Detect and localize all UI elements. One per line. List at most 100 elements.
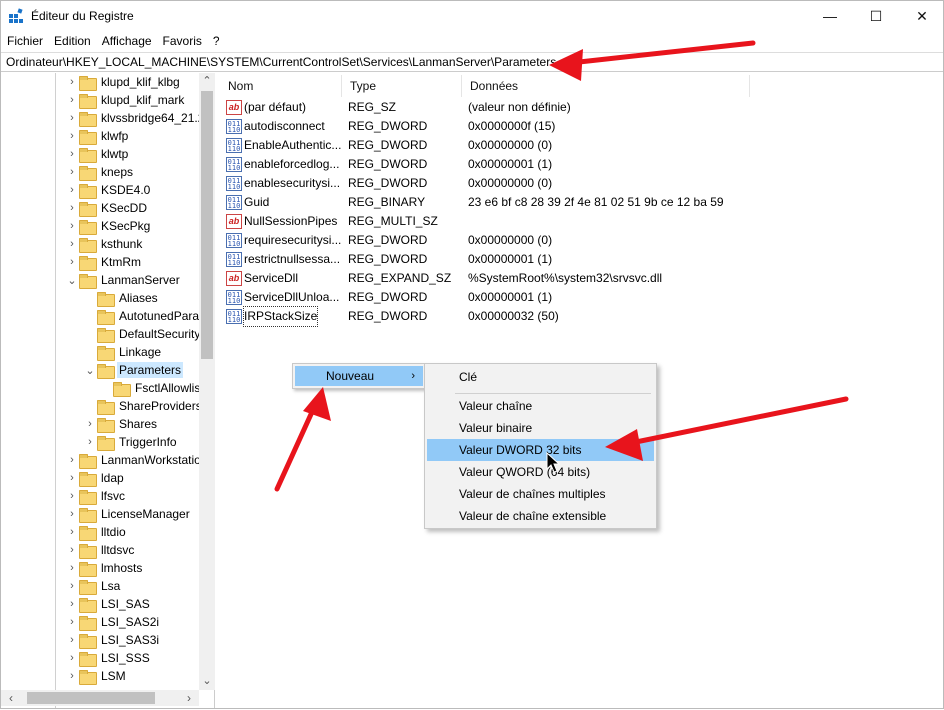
scrollbar-thumb-horizontal[interactable] <box>27 692 155 704</box>
expand-chevron-icon[interactable]: › <box>65 166 79 178</box>
expand-chevron-icon[interactable]: › <box>65 616 79 628</box>
value-row[interactable]: 011 110 Guid REG_BINARY 23 e6 bf c8 28 39 2… <box>220 193 942 212</box>
expand-chevron-icon[interactable]: › <box>65 652 79 664</box>
submenu-item-valeur-chaine-extensible[interactable]: Valeur de chaîne extensible <box>427 505 654 527</box>
tree-item[interactable]: › lltdsvc <box>65 541 136 559</box>
tree-item[interactable]: FsctlAllowlis <box>99 379 202 397</box>
value-row[interactable]: 011 110 ServiceDllUnloa... REG_DWORD 0x0000… <box>220 288 942 307</box>
expand-chevron-icon[interactable]: › <box>65 472 79 484</box>
value-row[interactable]: ab (par défaut) REG_SZ (valeur non définie) <box>220 98 942 117</box>
scroll-right-icon[interactable]: › <box>181 690 197 706</box>
tree-item[interactable]: Linkage <box>83 343 163 361</box>
tree-item[interactable]: › klupd_klif_klbg <box>65 73 182 91</box>
value-row[interactable]: 011 110 EnableAuthentic... REG_DWORD 0x0000… <box>220 136 942 155</box>
tree-item[interactable]: › ldap <box>65 469 126 487</box>
tree-vertical-scrollbar[interactable]: ⌃ ⌄ <box>199 73 215 690</box>
expand-chevron-icon[interactable]: › <box>65 670 79 682</box>
submenu-item-valeur-chaine[interactable]: Valeur chaîne <box>427 395 654 417</box>
tree-item[interactable]: ⌄ Parameters <box>83 361 184 379</box>
expand-chevron-icon[interactable]: › <box>65 238 79 250</box>
tree-item[interactable]: › LicenseManager <box>65 505 192 523</box>
menu-help[interactable]: ? <box>209 31 227 51</box>
submenu-item-cle[interactable]: Clé <box>427 366 654 388</box>
tree-item[interactable]: › lltdio <box>65 523 128 541</box>
scrollbar-thumb[interactable] <box>201 91 213 359</box>
expand-chevron-icon[interactable]: › <box>65 184 79 196</box>
expand-chevron-icon[interactable]: › <box>65 526 79 538</box>
tree-item[interactable]: › ksthunk <box>65 235 144 253</box>
menu-affichage[interactable]: Affichage <box>98 31 159 51</box>
expand-chevron-icon[interactable]: › <box>65 508 79 520</box>
tree-item[interactable]: › lmhosts <box>65 559 144 577</box>
expand-chevron-icon[interactable]: › <box>65 634 79 646</box>
expand-chevron-icon[interactable]: › <box>65 580 79 592</box>
tree-item[interactable]: › klwtp <box>65 145 130 163</box>
expand-chevron-icon[interactable]: › <box>65 76 79 88</box>
value-row[interactable]: 011 110 requiresecuritysi... REG_DWORD 0x00… <box>220 231 942 250</box>
menu-favoris[interactable]: Favoris <box>159 31 209 51</box>
maximize-button[interactable]: ☐ <box>853 1 899 31</box>
tree-item[interactable]: › KSDE4.0 <box>65 181 152 199</box>
menu-item-nouveau[interactable]: Nouveau › <box>295 366 423 386</box>
address-bar[interactable]: Ordinateur\HKEY_LOCAL_MACHINE\SYSTEM\Cur… <box>1 52 943 72</box>
menu-fichier[interactable]: Fichier <box>3 31 50 51</box>
tree-item[interactable]: › klupd_klif_mark <box>65 91 186 109</box>
tree-item[interactable]: DefaultSecurity <box>83 325 202 343</box>
tree-horizontal-scrollbar[interactable]: ‹ › <box>1 690 199 706</box>
tree-item[interactable]: › KSecDD <box>65 199 149 217</box>
tree-item[interactable]: › KtmRm <box>65 253 143 271</box>
tree-item[interactable]: › LSI_SAS <box>65 595 152 613</box>
expand-chevron-icon[interactable]: › <box>65 562 79 574</box>
tree-item[interactable]: ⌄ LanmanServer <box>65 271 182 289</box>
submenu-item-valeur-dword[interactable]: Valeur DWORD 32 bits <box>427 439 654 461</box>
tree-item[interactable]: › kneps <box>65 163 135 181</box>
value-row[interactable]: 011 110 autodisconnect REG_DWORD 0x0000000f… <box>220 117 942 136</box>
submenu-item-valeur-chaines-multiples[interactable]: Valeur de chaînes multiples <box>427 483 654 505</box>
expand-chevron-icon[interactable]: › <box>65 256 79 268</box>
tree-item[interactable]: › klvssbridge64_21.2 <box>65 109 206 127</box>
tree-item[interactable]: › KSecPkg <box>65 217 152 235</box>
tree-item[interactable]: › Lsa <box>65 577 122 595</box>
expand-chevron-icon[interactable]: › <box>65 94 79 106</box>
scroll-left-icon[interactable]: ‹ <box>3 690 19 706</box>
tree-item[interactable]: › LSI_SAS2i <box>65 613 161 631</box>
tree-item[interactable]: › LSI_SAS3i <box>65 631 161 649</box>
expand-chevron-icon[interactable]: › <box>65 220 79 232</box>
value-row[interactable]: 011 110 IRPStackSize REG_DWORD 0x00000032 (… <box>220 306 942 327</box>
expand-chevron-icon[interactable]: › <box>65 454 79 466</box>
expand-chevron-icon[interactable]: › <box>65 130 79 142</box>
submenu-item-valeur-qword[interactable]: Valeur QWORD (64 bits) <box>427 461 654 483</box>
tree-item[interactable]: › LanmanWorkstatio <box>65 451 203 469</box>
expand-chevron-icon[interactable]: › <box>83 418 97 430</box>
value-row[interactable]: ab ServiceDll REG_EXPAND_SZ %SystemRoot%\sy… <box>220 269 942 288</box>
tree-item[interactable]: ShareProviders <box>83 397 204 415</box>
tree-item[interactable]: › Shares <box>83 415 159 433</box>
submenu-item-valeur-binaire[interactable]: Valeur binaire <box>427 417 654 439</box>
value-row[interactable]: 011 110 enableforcedlog... REG_DWORD 0x0000… <box>220 155 942 174</box>
tree-item[interactable]: Aliases <box>83 289 160 307</box>
column-nom[interactable]: Nom <box>220 75 342 97</box>
expand-chevron-icon[interactable]: › <box>65 202 79 214</box>
column-type[interactable]: Type <box>342 75 462 97</box>
tree-item[interactable]: › LSM <box>65 667 128 685</box>
collapse-chevron-icon[interactable]: ⌄ <box>83 364 97 377</box>
collapse-chevron-icon[interactable]: ⌄ <box>65 274 79 287</box>
tree-item[interactable]: › lfsvc <box>65 487 127 505</box>
value-row[interactable]: 011 110 restrictnullsessa... REG_DWORD 0x00… <box>220 250 942 269</box>
scroll-down-icon[interactable]: ⌄ <box>199 673 215 689</box>
expand-chevron-icon[interactable]: › <box>83 436 97 448</box>
tree-item[interactable]: › LSI_SSS <box>65 649 152 667</box>
menu-edition[interactable]: Edition <box>50 31 98 51</box>
value-row[interactable]: 011 110 enablesecuritysi... REG_DWORD 0x000… <box>220 174 942 193</box>
expand-chevron-icon[interactable]: › <box>65 490 79 502</box>
scroll-up-icon[interactable]: ⌃ <box>199 73 215 89</box>
tree-item[interactable]: AutotunedPara <box>83 307 201 325</box>
value-row[interactable]: ab NullSessionPipes REG_MULTI_SZ <box>220 212 942 231</box>
column-donnees[interactable]: Données <box>462 75 750 97</box>
expand-chevron-icon[interactable]: › <box>65 598 79 610</box>
close-button[interactable]: ✕ <box>899 1 944 31</box>
minimize-button[interactable]: — <box>807 1 853 31</box>
expand-chevron-icon[interactable]: › <box>65 112 79 124</box>
expand-chevron-icon[interactable]: › <box>65 544 79 556</box>
expand-chevron-icon[interactable]: › <box>65 148 79 160</box>
